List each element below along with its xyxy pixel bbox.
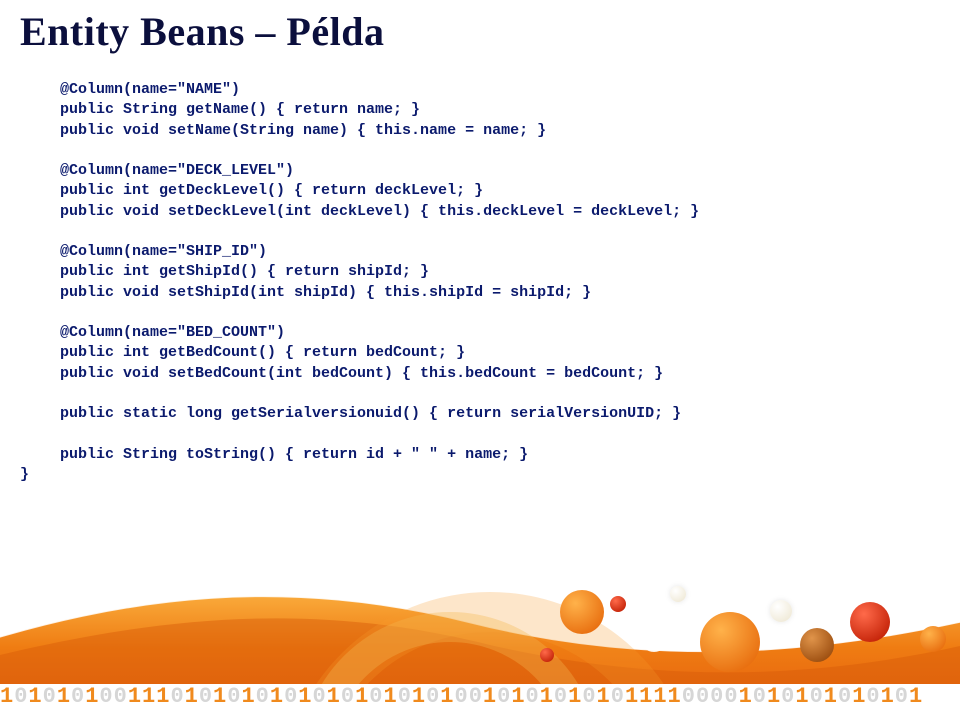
- code-line: public String toString() { return id + "…: [60, 446, 528, 463]
- halo-ring-icon: [300, 612, 600, 712]
- code-line: @Column(name="DECK_LEVEL"): [60, 162, 294, 179]
- bubble-icon: [560, 590, 604, 634]
- code-line: public void setDeckLevel(int deckLevel) …: [60, 203, 699, 220]
- code-line: public void setName(String name) { this.…: [60, 122, 546, 139]
- slide-title: Entity Beans – Példa: [20, 8, 384, 55]
- slide: Entity Beans – Példa @Column(name="NAME"…: [0, 0, 960, 712]
- code-line: public void setShipId(int shipId) { this…: [60, 284, 591, 301]
- bubble-icon: [540, 648, 554, 662]
- halo-ring-icon: [280, 592, 700, 712]
- code-line: public void setBedCount(int bedCount) { …: [60, 365, 663, 382]
- bubble-outline-icon: [640, 624, 668, 652]
- bubble-icon: [850, 602, 890, 642]
- code-line: @Column(name="NAME"): [60, 81, 240, 98]
- code-line: public static long getSerialversionuid()…: [60, 405, 681, 422]
- binary-strip: 1010101001110101010101010101010100101010…: [0, 684, 960, 712]
- bubble-icon: [700, 612, 760, 672]
- code-block: @Column(name="NAME") public String getNa…: [60, 80, 699, 485]
- bubble-icon: [800, 628, 834, 662]
- code-line: public String getName() { return name; }: [60, 101, 420, 118]
- code-line: public int getBedCount() { return bedCou…: [60, 344, 465, 361]
- code-close-brace: }: [20, 466, 29, 483]
- bubble-icon: [670, 586, 686, 602]
- bubble-icon: [610, 596, 626, 612]
- code-line: @Column(name="SHIP_ID"): [60, 243, 267, 260]
- bubble-outline-icon: [900, 582, 920, 602]
- code-line: public int getDeckLevel() { return deckL…: [60, 182, 483, 199]
- footer-decoration: 1010101001110101010101010101010100101010…: [0, 542, 960, 712]
- wave-band-icon: [0, 570, 960, 690]
- bubble-icon: [920, 626, 946, 652]
- code-line: public int getShipId() { return shipId; …: [60, 263, 429, 280]
- bubble-icon: [770, 600, 792, 622]
- code-line: @Column(name="BED_COUNT"): [60, 324, 285, 341]
